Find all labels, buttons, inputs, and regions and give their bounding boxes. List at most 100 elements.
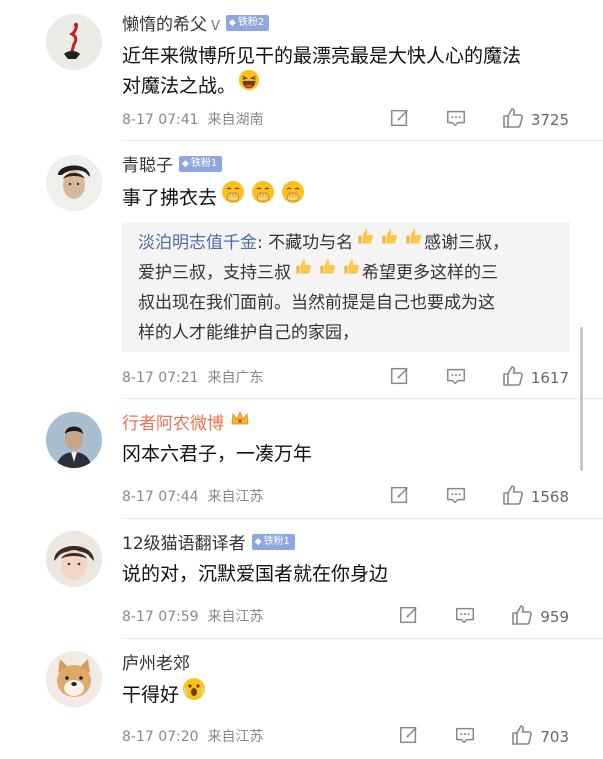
comment-location: 来自江苏 <box>207 609 264 625</box>
username-text[interactable]: 庐州老郊 <box>122 654 190 674</box>
reply-line: 样的人才能维护自己的家园， <box>138 323 359 343</box>
comment-meta: 8-17 07:44 来自江苏 <box>122 486 263 506</box>
comment-time: 8-17 07:21 <box>122 370 199 386</box>
like-count: 959 <box>540 608 569 626</box>
comment-text: 说的对，沉默爱国者就在你身边 <box>122 563 389 585</box>
comment-icon[interactable] <box>445 484 467 510</box>
reply-text: 爱护三叔，支持三叔 <box>138 263 291 283</box>
edit-icon[interactable] <box>389 484 411 510</box>
diamond-icon: ◆ <box>254 537 262 547</box>
comment-time: 8-17 07:59 <box>122 609 199 625</box>
edit-icon[interactable] <box>398 604 420 630</box>
like-icon[interactable] <box>501 106 525 134</box>
scream-emoji <box>182 677 206 710</box>
comment-location: 来自江苏 <box>207 489 264 505</box>
reply-line: 爱护三叔，支持三叔 希望更多这样的三 <box>138 258 556 288</box>
username-text[interactable]: 行者阿农微博 <box>122 414 224 434</box>
divider <box>122 140 603 141</box>
fan-badge: ◆ 铁粉2 <box>225 15 270 31</box>
username[interactable]: 懒惰的希父 V ◆ 铁粉2 <box>122 14 270 38</box>
like-icon[interactable] <box>510 603 534 631</box>
fan-badge-label: 铁粉2 <box>237 17 265 28</box>
like-count: 1568 <box>530 488 569 506</box>
username-text[interactable]: 懒惰的希父 <box>122 15 207 35</box>
like-icon[interactable] <box>501 483 525 511</box>
divider <box>122 518 603 519</box>
comment-actions: 703 <box>364 723 569 751</box>
fan-badge-label: 铁粉1 <box>263 536 290 547</box>
thumbs-up-emoji <box>404 226 423 256</box>
fan-badge: ◆ 铁粉1 <box>251 534 295 550</box>
comment-location: 来自湖南 <box>207 112 264 128</box>
comment-icon[interactable] <box>445 107 467 133</box>
comment-meta: 8-17 07:41 来自湖南 <box>122 109 263 129</box>
like-count: 703 <box>540 728 569 746</box>
comment-actions: 1617 <box>355 364 569 392</box>
avatar[interactable] <box>46 155 102 211</box>
comment-text-line: 干得好 <box>122 679 206 712</box>
username[interactable]: 庐州老郊 <box>122 653 190 675</box>
like-icon[interactable] <box>501 364 525 392</box>
comment-meta: 8-17 07:59 来自江苏 <box>122 606 263 626</box>
reply-text: 感谢三叔， <box>424 233 510 253</box>
username-text[interactable]: 青聪子 <box>122 156 173 176</box>
comment-time: 8-17 07:41 <box>122 112 199 128</box>
comment-text-tail: 对魔法之战。 <box>122 75 237 97</box>
fan-badge-label: 铁粉1 <box>190 158 218 169</box>
edit-icon[interactable] <box>398 724 420 750</box>
fist-emoji <box>281 180 305 213</box>
comment-icon[interactable] <box>454 724 476 750</box>
fan-badge: ◆ 铁粉1 <box>179 156 223 172</box>
thumbs-up-emoji <box>342 256 361 286</box>
reply-line: 叔出现在我们面前。当然前提是自己也要成为这 <box>138 293 495 313</box>
edit-icon[interactable] <box>389 107 411 133</box>
username[interactable]: 青聪子 ◆ 铁粉1 <box>122 155 223 177</box>
diamond-icon: ◆ <box>228 18 236 28</box>
reply-text: 希望更多这样的三 <box>362 263 498 283</box>
username[interactable]: 12级猫语翻译者 ◆ 铁粉1 <box>122 533 295 555</box>
verified-mark: V <box>211 19 220 34</box>
divider <box>122 638 603 639</box>
reply-text: : 不藏功与名 <box>257 233 354 253</box>
thumbs-up-emoji <box>356 226 375 256</box>
comment-icon[interactable] <box>454 604 476 630</box>
comment-actions: 1568 <box>355 483 569 511</box>
comment-text: 事了拂衣去 <box>122 187 218 209</box>
diamond-icon: ◆ <box>182 159 189 169</box>
reply-username[interactable]: 淡泊明志值千金 <box>138 233 257 253</box>
comment-text-line: 对魔法之战。 <box>122 71 260 102</box>
edit-icon[interactable] <box>389 365 411 391</box>
reply-line: 淡泊明志值千金: 不藏功与名 感谢三叔， <box>138 228 556 258</box>
crown-icon <box>230 410 250 434</box>
thumbs-up-emoji <box>380 226 399 256</box>
thumbs-up-emoji <box>318 256 337 286</box>
comment-text: 干得好 <box>122 684 180 706</box>
comment-time: 8-17 07:20 <box>122 729 199 745</box>
comment-location: 来自江苏 <box>207 729 264 745</box>
comment-icon[interactable] <box>445 365 467 391</box>
avatar[interactable] <box>46 14 102 70</box>
comment-text-line: 近年来微博所见干的最漂亮最是大快人心的魔法 <box>122 45 522 67</box>
comment-actions: 959 <box>364 603 569 631</box>
thumbs-up-emoji <box>294 256 313 286</box>
avatar[interactable] <box>46 531 102 587</box>
username-text[interactable]: 12级猫语翻译者 <box>122 534 246 554</box>
avatar[interactable] <box>46 412 102 468</box>
like-icon[interactable] <box>510 723 534 751</box>
divider <box>122 398 603 399</box>
comment-time: 8-17 07:44 <box>122 489 199 505</box>
like-count: 3725 <box>530 111 569 129</box>
username[interactable]: 行者阿农微博 <box>122 410 250 436</box>
laugh-emoji <box>238 69 260 100</box>
comment-meta: 8-17 07:21 来自广东 <box>122 367 263 387</box>
scrollbar[interactable] <box>580 327 583 471</box>
comment-meta: 8-17 07:20 来自江苏 <box>122 726 263 746</box>
comment-text-line: 事了拂衣去 <box>122 182 305 215</box>
comment-text: 冈本六君子，一凑万年 <box>122 443 313 465</box>
fist-emoji <box>221 180 245 213</box>
avatar[interactable] <box>46 651 102 707</box>
like-count: 1617 <box>530 369 569 387</box>
reply-box[interactable]: 淡泊明志值千金: 不藏功与名 感谢三叔， 爱护三叔，支持三叔 希望更多这样的三 叔出… <box>122 222 570 352</box>
comment-actions: 3725 <box>355 106 569 134</box>
comment-location: 来自广东 <box>207 370 264 386</box>
